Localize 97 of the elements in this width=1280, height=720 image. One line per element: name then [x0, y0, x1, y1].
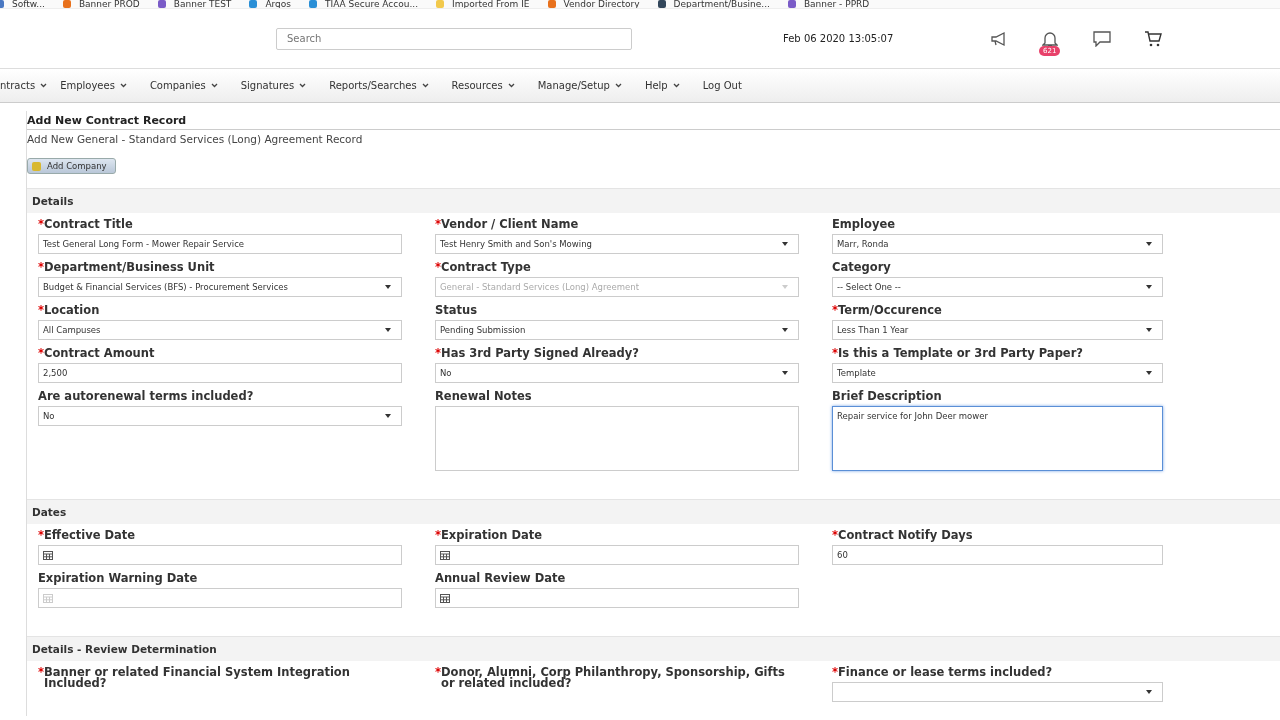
field-label: Vendor / Client Name — [441, 219, 579, 230]
field-label: Expiration Date — [441, 530, 543, 541]
required-marker: * — [38, 530, 44, 541]
dropdown[interactable]: Pending Submission — [435, 320, 799, 340]
dropdown[interactable]: Template — [832, 363, 1163, 383]
text-field[interactable]: 60 — [832, 545, 1163, 565]
section-header: Details — [27, 188, 1280, 213]
nav-menu-item[interactable]: ntracts — [0, 80, 48, 91]
nav-menu-item[interactable]: Resources — [451, 80, 515, 91]
required-marker: * — [38, 667, 44, 678]
field-label: Donor, Alumni, Corp Philanthropy, Sponsorship, Gifts or related included? — [441, 667, 786, 689]
caret-icon — [507, 83, 515, 88]
dropdown[interactable]: Marr, Ronda — [832, 234, 1163, 254]
field-label: Contract Title — [44, 219, 133, 230]
required-marker: * — [435, 219, 441, 230]
required-marker: * — [435, 348, 441, 359]
field-label: Status — [435, 305, 478, 316]
field-label: Effective Date — [44, 530, 136, 541]
caret-icon — [119, 83, 127, 88]
field-label: Employee — [832, 219, 895, 230]
bookmark-link[interactable]: Banner TEST — [173, 0, 232, 8]
section-header: Details - Review Determination — [27, 636, 1280, 661]
field-label: Are autorenewal terms included? — [38, 391, 254, 402]
required-marker: * — [435, 530, 441, 541]
text-area[interactable]: Repair service for John Deer mower — [832, 406, 1163, 471]
required-marker: * — [435, 667, 441, 678]
field-label: Category — [832, 262, 891, 273]
required-marker: * — [832, 530, 838, 541]
field-label: Renewal Notes — [435, 391, 532, 402]
caret-icon — [421, 83, 429, 88]
cart-icon[interactable] — [1144, 30, 1162, 47]
date-field[interactable] — [435, 588, 799, 608]
field-label: Annual Review Date — [435, 573, 566, 584]
text-field[interactable]: Test General Long Form - Mower Repair Service — [38, 234, 402, 254]
caret-icon — [672, 83, 680, 88]
bookmark-link[interactable]: Department/Busine... — [673, 0, 770, 8]
caret-icon — [40, 83, 48, 88]
nav-menu-item[interactable]: Help — [644, 80, 680, 91]
megaphone-icon[interactable] — [990, 30, 1008, 47]
date-time: Feb 06 2020 13:05:07 — [783, 33, 895, 44]
calendar-icon[interactable] — [440, 550, 450, 560]
nav-menu-item[interactable]: Signatures — [240, 80, 307, 91]
bookmark-link[interactable]: Softw... — [12, 0, 45, 8]
bookmark-link[interactable]: Imported From IE — [452, 0, 530, 8]
page-title: Add New Contract Record — [27, 111, 1280, 130]
required-marker: * — [832, 667, 838, 678]
field-label: Contract Notify Days — [838, 530, 973, 541]
add-company-button[interactable]: Add Company — [27, 158, 116, 174]
dropdown[interactable]: -- Select One -- — [832, 277, 1163, 297]
search-field[interactable]: Search — [276, 27, 632, 50]
dropdown[interactable]: No — [38, 406, 402, 426]
bookmark-link[interactable]: Banner - PPRD — [803, 0, 870, 8]
nav-menu-item[interactable]: Reports/Searches — [329, 80, 429, 91]
field-label: Has 3rd Party Signed Already? — [441, 348, 639, 359]
required-marker: * — [38, 348, 44, 359]
calendar-icon[interactable] — [43, 550, 53, 560]
field-label: Brief Description — [832, 391, 942, 402]
required-marker: * — [435, 262, 441, 273]
nav-menu-item[interactable]: Employees — [60, 80, 127, 91]
field-label: Contract Type — [441, 262, 531, 273]
dropdown[interactable]: Test Henry Smith and Son's Mowing — [435, 234, 799, 254]
page-subtitle: Add New General - Standard Services (Long) Agreement Record — [27, 132, 364, 147]
required-marker: * — [38, 262, 44, 273]
dropdown[interactable]: Budget & Financial Services (BFS) - Procurement Services — [38, 277, 402, 297]
caret-icon — [210, 83, 218, 88]
required-marker: * — [832, 348, 838, 359]
dropdown[interactable]: No — [435, 363, 799, 383]
required-marker: * — [38, 219, 44, 230]
dropdown[interactable]: Less Than 1 Year — [832, 320, 1163, 340]
section-header: Dates — [27, 499, 1280, 524]
bookmark-link[interactable]: Banner PROD — [78, 0, 140, 8]
dropdown[interactable]: All Campuses — [38, 320, 402, 340]
caret-icon — [299, 83, 307, 88]
chat-icon[interactable] — [1093, 30, 1111, 47]
field-label: Location — [44, 305, 100, 316]
bookmark-link[interactable]: Vendor Directory — [563, 0, 640, 8]
nav-menu-item[interactable]: Manage/Setup — [537, 80, 622, 91]
nav-menu-item[interactable]: Companies — [149, 80, 218, 91]
bookmark-link[interactable]: TIAA Secure Accou... — [325, 0, 419, 8]
field-label: Term/Occurence — [838, 305, 942, 316]
bookmark-link[interactable]: Argos — [265, 0, 291, 8]
field-label: Department/Business Unit — [44, 262, 215, 273]
text-field[interactable]: 2,500 — [38, 363, 402, 383]
field-label: Banner or related Financial System Integration Included? — [44, 667, 351, 689]
calendar-icon[interactable] — [440, 593, 450, 603]
field-label: Is this a Template or 3rd Party Paper? — [838, 348, 1083, 359]
date-field[interactable] — [38, 545, 402, 565]
nav-menu-item[interactable]: Log Out — [702, 80, 742, 91]
field-label: Expiration Warning Date — [38, 573, 198, 584]
field-label: Contract Amount — [44, 348, 155, 359]
date-field[interactable] — [435, 545, 799, 565]
field-label: Finance or lease terms included? — [838, 667, 1053, 678]
date-field[interactable] — [38, 588, 402, 608]
required-marker: * — [38, 305, 44, 316]
required-marker: * — [832, 305, 838, 316]
bell-icon[interactable] — [1042, 29, 1058, 48]
caret-icon — [614, 83, 622, 88]
